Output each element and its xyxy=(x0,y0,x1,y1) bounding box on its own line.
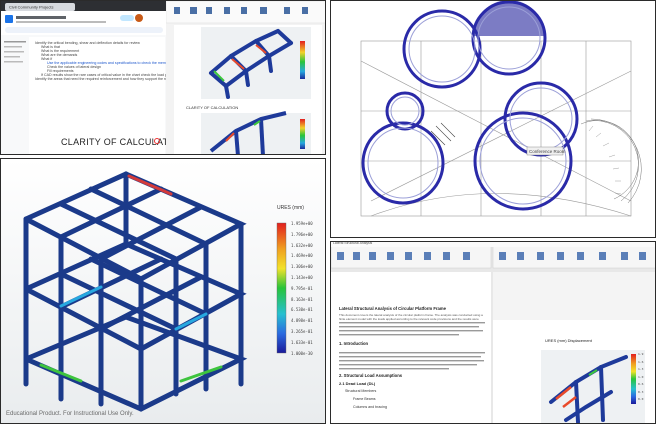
doc-page-left xyxy=(331,272,491,423)
structure-panel: URES (mm) 1.959e+00 1.796e+00 1.632e+00 … xyxy=(0,158,326,424)
legend-value: 3.265e-01 xyxy=(291,328,313,334)
docs-logo-icon xyxy=(5,15,13,23)
outline-line: Identify the areas that need the require… xyxy=(35,77,192,81)
legend-value: 1.306e+00 xyxy=(291,264,313,270)
legend-value: 9.795e-01 xyxy=(291,285,313,291)
frame-members xyxy=(23,171,248,412)
frame-model xyxy=(23,171,287,412)
plan-panel: Conference Room xyxy=(330,0,656,238)
watermark: Educational Product. For Instructional U… xyxy=(6,411,134,417)
legend-value: 1.9 xyxy=(638,352,644,356)
legend-value: 8.163e-01 xyxy=(291,296,313,302)
docs-toolbar[interactable] xyxy=(5,27,163,33)
floor-plan: Conference Room xyxy=(331,1,655,237)
stress-low-member xyxy=(174,312,208,331)
section-introduction: 1. Introduction xyxy=(339,341,369,346)
stress-high-member xyxy=(127,174,173,196)
legend-value: 1.632e+00 xyxy=(291,242,313,248)
word-preview: CLARITY OF CALCULATION xyxy=(166,1,325,154)
word-panel: Lateral Structural Analysis Lateral Stru… xyxy=(330,241,656,424)
word-title: Lateral Structural Analysis xyxy=(333,241,373,245)
bullet-item: Columns and bracing xyxy=(353,405,387,409)
legend-value: 0.6 xyxy=(638,382,644,386)
legend-value: 4.898e-01 xyxy=(291,318,313,324)
bullet-item: Frame Beams xyxy=(353,397,376,401)
legend-title: URES (mm) xyxy=(277,205,304,211)
word-window xyxy=(331,242,655,423)
frame-screenshot-bottom xyxy=(201,111,311,154)
figure-caption: CLARITY OF CALCULATION xyxy=(186,105,238,110)
doc-outline: Identify the critical bending, shear and… xyxy=(35,41,192,81)
doc-paragraph: This document covers the lateral analysi… xyxy=(339,314,483,321)
legend-value: 1.6 xyxy=(638,359,644,364)
figure-caption: URES (mm) Displacement xyxy=(545,338,592,343)
legend-value: 1.796e+00 xyxy=(291,231,313,237)
legend-value: 1.959e+00 xyxy=(291,221,313,226)
ures-figure xyxy=(541,350,645,423)
section-load-assumptions: 2. Structural Load Assumptions xyxy=(339,373,403,378)
stress-low-member xyxy=(59,285,103,308)
legend-value: 1.3 xyxy=(638,367,644,371)
avatar[interactable] xyxy=(135,14,143,22)
doc-heading: Lateral Structural Analysis of Circular … xyxy=(339,306,446,311)
section-dead-load: 2.1 Dead Load (DL) xyxy=(339,381,376,386)
legend-value: 6.530e-01 xyxy=(291,307,313,313)
legend-value: 1.0 xyxy=(638,374,644,379)
share-button[interactable] xyxy=(120,15,134,21)
browser-tab-title: Civil Community Projects xyxy=(9,5,53,10)
color-legend-bar xyxy=(276,222,287,354)
legend-value: 1.143e+00 xyxy=(291,274,313,280)
bullet-item: Structural Members xyxy=(345,389,377,393)
frame-screenshot-top xyxy=(201,27,311,99)
legend-value: 1.000e-30 xyxy=(291,350,313,356)
mini-legend: 1.9 1.6 1.3 1.0 0.6 0.3 0.0 xyxy=(638,352,655,405)
legend-value: 0.3 xyxy=(638,389,644,394)
legend-values: 1.959e+00 1.796e+00 1.632e+00 1.469e+00 … xyxy=(291,221,325,361)
legend-value: 0.0 xyxy=(638,397,644,401)
docs-panel: Civil Community Projects Identify the cr… xyxy=(0,0,326,155)
comment-icon[interactable] xyxy=(154,138,160,144)
plan-room-label: Conference Room xyxy=(529,149,566,154)
legend-value: 1.469e+00 xyxy=(291,253,313,259)
legend-value: 1.633e-01 xyxy=(291,339,313,345)
